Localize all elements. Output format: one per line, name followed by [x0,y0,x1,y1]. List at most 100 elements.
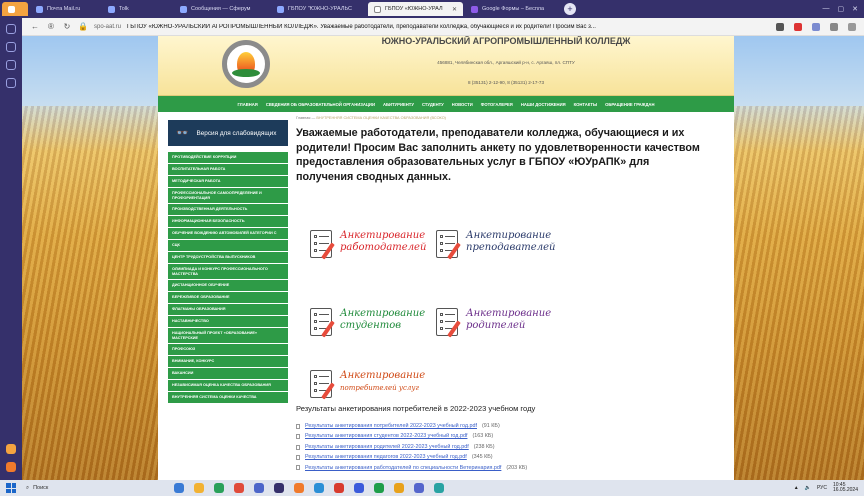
result-link[interactable]: Результаты анкетирования родителей 2022-… [305,442,469,452]
browser-tab[interactable]: Сообщения — Сферум [174,2,269,16]
taskbar-app-icon[interactable] [334,483,344,493]
windows-start-icon[interactable] [6,483,16,493]
taskbar-app-icon[interactable] [374,483,384,493]
college-logo[interactable] [222,40,270,88]
browser-tab[interactable]: Tolk [102,2,172,16]
sidenav-item[interactable]: ОЛИМПИАДА И КОНКУРС ПРОФЕССИОНАЛЬНОГО МА… [168,264,288,280]
bookmark-icon[interactable] [776,22,784,31]
sidenav-item[interactable]: СЦК [168,240,288,252]
survey-title: Анкетирование студентов [340,308,426,331]
taskbar-app-icon[interactable] [174,483,184,493]
results-section: Результаты анкетирования потребителей в … [296,404,726,473]
sidenav-item[interactable]: ПРОТИВОДЕЙСТВИЕ КОРРУПЦИИ [168,152,288,164]
accessibility-version-button[interactable]: 👓 Версия для слабовидящих [168,120,288,146]
profile-icon [8,5,15,13]
maximize-icon[interactable]: ▢ [838,5,845,13]
browser-tab[interactable] [2,2,28,16]
sidenav-item[interactable]: ИНФОРМАЦИОННАЯ БЕЗОПАСНОСТЬ [168,216,288,228]
bookmarks-panel-icon[interactable] [6,42,16,52]
close-window-icon[interactable]: ✕ [852,5,858,13]
checklist-icon [436,230,458,258]
menu-item-contacts[interactable]: КОНТАКТЫ [574,102,597,107]
browser-tab-active[interactable]: ГБПОУ «ЮЖНО-УРАЛ ✕ [368,2,463,16]
lock-icon: 🔒 [78,22,88,31]
sidenav-item[interactable]: ФЛАГМАНЫ ОБРАЗОВАНИЯ [168,304,288,316]
menu-icon[interactable] [848,22,856,31]
new-tab-button[interactable]: + [564,3,576,15]
alice-icon[interactable] [6,462,16,472]
survey-employers-link[interactable]: Анкетирование работодателей [310,230,450,266]
url-domain[interactable]: spo-aat.ru [94,24,121,30]
history-icon[interactable] [6,24,16,34]
taskbar-app-icon[interactable] [254,483,264,493]
sidenav-item[interactable]: НЕЗАВИСИМАЯ ОЦЕНКА КАЧЕСТВА ОБРАЗОВАНИЯ [168,380,288,392]
sidenav-item[interactable]: ПРОИЗВОДСТВЕННАЯ ДЕЯТЕЛЬНОСТЬ [168,204,288,216]
taskbar-app-icon[interactable] [434,483,444,493]
sidenav-item[interactable]: ЦЕНТР ТРУДОУСТРОЙСТВА ВЫПУСКНИКОВ [168,252,288,264]
reload-icon[interactable]: ↻ [62,22,72,31]
close-tab-icon[interactable]: ✕ [452,6,457,13]
wheat-background-right [728,106,864,480]
sidenav-item[interactable]: НАСТАВНИЧЕСТВО [168,316,288,328]
minimize-icon[interactable]: — [823,5,830,13]
sidenav-item[interactable]: ПРОФЕССИОНАЛЬНОЕ САМООПРЕДЕЛЕНИЕ И ПРОФО… [168,188,288,204]
taskbar-app-icon[interactable] [294,483,304,493]
result-link[interactable]: Результаты анкетирования потребителей 20… [305,421,477,431]
menu-item-gallery[interactable]: ФОТОГАЛЕРЕЯ [481,102,513,107]
taskbar-app-icon[interactable] [354,483,364,493]
taskbar-app-icon[interactable] [274,483,284,493]
language-indicator[interactable]: РУС [817,485,827,491]
notes-icon[interactable] [6,78,16,88]
yandex-icon[interactable]: ® [46,22,56,31]
sidenav-item[interactable]: МЕТОДИЧЕСКАЯ РАБОТА [168,176,288,188]
sidenav-item[interactable]: ОБУЧЕНИЕ ВОЖДЕНИЮ АВТОМОБИЛЕЙ КАТЕГОРИИ … [168,228,288,240]
sidenav-item[interactable]: ВОСПИТАТЕЛЬНАЯ РАБОТА [168,164,288,176]
shield-icon[interactable] [830,22,838,31]
browser-tab[interactable]: Google Формы – Беспла [465,2,560,16]
browser-tab[interactable]: Почта Mail.ru [30,2,100,16]
taskbar-app-icon[interactable] [314,483,324,493]
survey-teachers-link[interactable]: Анкетирование преподавателей [436,230,576,266]
address-bar-tools [776,22,864,31]
taskbar-app-icon[interactable] [414,483,424,493]
menu-item-about[interactable]: СВЕДЕНИЯ ОБ ОБРАЗОВАТЕЛЬНОЙ ОРГАНИЗАЦИИ [266,102,375,107]
menu-item-appeals[interactable]: ОБРАЩЕНИЕ ГРАЖДАН [605,102,654,107]
survey-consumers-link[interactable]: Анкетирование потребителей услуг [310,370,450,406]
result-link[interactable]: Результаты анкетирования работодателей п… [305,463,501,473]
menu-item-news[interactable]: НОВОСТИ [452,102,473,107]
volume-icon[interactable]: 🔈 [805,485,811,491]
left-column: 👓 Версия для слабовидящих ПРОТИВОДЕЙСТВИ… [168,120,288,404]
sidenav-item[interactable]: ВНИМАНИЕ, КОНКУРС [168,356,288,368]
browser-tab[interactable]: ГБПОУ "ЮЖНО-УРАЛЬС [271,2,366,16]
menu-item-applicants[interactable]: АБИТУРИЕНТУ [383,102,414,107]
taskbar-app-icon[interactable] [214,483,224,493]
menu-item-students[interactable]: СТУДЕНТУ [422,102,444,107]
survey-parents-link[interactable]: Анкетирование родителей [436,308,576,344]
network-icon[interactable]: ▲ [794,485,799,491]
result-link[interactable]: Результаты анкетирования педагогов 2022-… [305,452,467,462]
url-field[interactable]: ГБПОУ «ЮЖНО-УРАЛЬСКИЙ АГРОПРОМЫШЛЕННЫЙ К… [127,24,687,30]
survey-students-link[interactable]: Анкетирование студентов [310,308,450,344]
menu-item-home[interactable]: ГЛАВНАЯ [238,102,258,107]
extension-icon[interactable] [794,22,802,31]
menu-item-achievements[interactable]: НАШИ ДОСТИЖЕНИЯ [521,102,566,107]
sidenav-item[interactable]: ПРОФСОЮЗ [168,344,288,356]
result-link[interactable]: Результаты анкетирования студентов 2022-… [305,431,467,441]
sidenav-item[interactable]: ВАКАНСИИ [168,368,288,380]
sidenav-item[interactable]: БЕРЕЖЛИВОЕ ОБРАЗОВАНИЕ [168,292,288,304]
sidenav-item[interactable]: ВНУТРЕННЯЯ СИСТЕМА ОЦЕНКИ КАЧЕСТВА [168,392,288,404]
download-icon[interactable] [812,22,820,31]
taskbar-app-icon[interactable] [194,483,204,493]
sidenav-item[interactable]: НАЦИОНАЛЬНЫЙ ПРОЕКТ «ОБРАЗОВАНИЕ» МАСТЕР… [168,328,288,344]
apps-icon[interactable] [6,60,16,70]
back-icon[interactable]: ← [30,22,40,31]
results-list: Результаты анкетирования потребителей 20… [296,421,726,473]
sidenav-item[interactable]: ДИСТАНЦИОННОЕ ОБУЧЕНИЕ [168,280,288,292]
taskbar-app-icon[interactable] [394,483,404,493]
taskbar-app-icon[interactable] [234,483,244,493]
breadcrumb-home[interactable]: Главная [296,116,310,120]
clock[interactable]: 10:45 16.05.2024 [833,483,858,493]
main-content: Главная — ВНУТРЕННЯЯ СИСТЕМА ОЦЕНКИ КАЧЕ… [296,116,726,184]
messenger-icon[interactable] [6,444,16,454]
taskbar-search[interactable]: ⌕ Поиск [26,482,106,494]
